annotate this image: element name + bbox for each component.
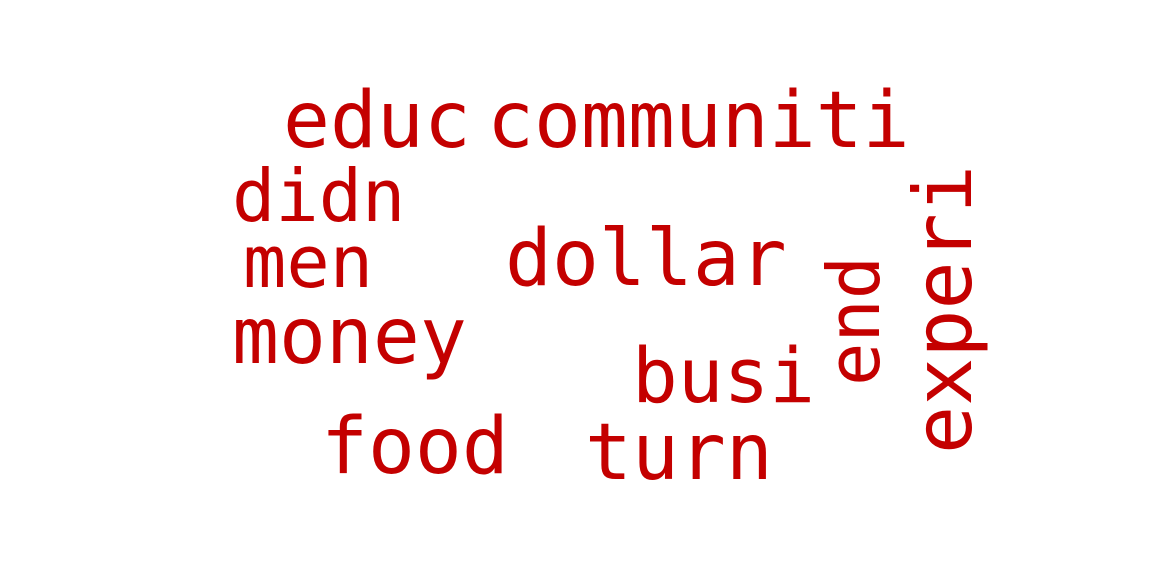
word-turn: turn (585, 408, 773, 498)
word-food: food (321, 402, 509, 492)
word-cloud: educ communiti didn men dollar money bus… (0, 0, 1152, 576)
word-money: money (232, 292, 467, 382)
word-end: end (812, 255, 896, 386)
word-busi: busi (632, 331, 816, 420)
word-men: men (243, 220, 374, 304)
word-experi: experi (897, 165, 990, 454)
word-communiti: communiti (487, 76, 910, 166)
word-dollar: dollar (505, 214, 787, 304)
word-educ: educ (283, 76, 471, 166)
